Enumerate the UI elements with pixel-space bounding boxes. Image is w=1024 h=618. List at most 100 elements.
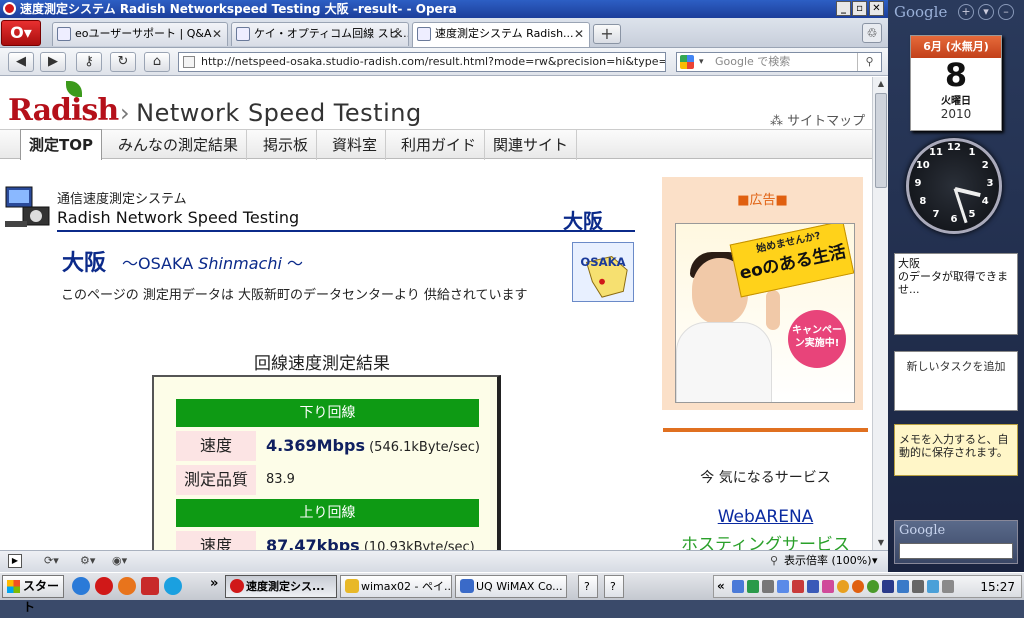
page-description: このページの 測定用データは 大阪新町のデータセンターより 供給されています bbox=[61, 288, 528, 303]
tray-icon-monitor[interactable] bbox=[927, 580, 939, 593]
forward-button[interactable]: ▶ bbox=[40, 52, 66, 72]
opera-icon bbox=[230, 579, 244, 593]
upload-speed-label: 速度 bbox=[176, 531, 256, 550]
turbo-icon[interactable]: ◉▾ bbox=[112, 551, 127, 571]
ad-divider bbox=[663, 428, 868, 432]
home-button[interactable]: ⌂ bbox=[144, 52, 170, 72]
back-button[interactable]: ◀ bbox=[8, 52, 34, 72]
clock-numeral: 10 bbox=[915, 160, 930, 171]
window-title: 速度測定システム Radish Networkspeed Testing 大阪 … bbox=[20, 2, 457, 16]
add-task-gadget[interactable]: 新しいタスクを追加 bbox=[894, 351, 1018, 411]
google-logo: Google bbox=[899, 523, 946, 538]
tray-icon-app-3[interactable] bbox=[867, 580, 879, 593]
calendar-month: 6月 (水無月) bbox=[911, 36, 1001, 58]
new-tab-button[interactable]: + bbox=[593, 24, 621, 44]
taskbar: スタート » 速度測定シス... wimax02 - ペイ... UQ WiMA… bbox=[0, 572, 1024, 614]
tab-eo-support[interactable]: eoユーザーサポート | Q&A ✕ bbox=[52, 22, 228, 46]
minimize-button[interactable]: _ bbox=[836, 1, 851, 16]
tray-icon-help[interactable] bbox=[822, 580, 834, 593]
help-button[interactable]: ? bbox=[578, 575, 598, 598]
sync-icon[interactable]: ⟳▾ bbox=[44, 551, 59, 571]
webarena-link[interactable]: WebARENA bbox=[663, 507, 868, 527]
download-speed-label: 速度 bbox=[176, 431, 256, 461]
tray-icon-misc[interactable] bbox=[942, 580, 954, 593]
help-button-2[interactable]: ? bbox=[604, 575, 624, 598]
close-button[interactable]: ✕ bbox=[869, 1, 884, 16]
hosting-link[interactable]: ホスティングサービス bbox=[663, 530, 868, 550]
key-icon[interactable]: ⚷ bbox=[76, 52, 102, 72]
vertical-scrollbar[interactable]: ▲ ▼ bbox=[872, 77, 888, 550]
menu-icon[interactable]: ▾ bbox=[978, 4, 994, 20]
quicklaunch-more[interactable]: » bbox=[210, 576, 218, 591]
address-bar[interactable]: http://netspeed-osaka.studio-radish.com/… bbox=[178, 52, 666, 72]
reload-button[interactable]: ↻ bbox=[110, 52, 136, 72]
app-icon[interactable] bbox=[141, 577, 159, 595]
ad-banner-image[interactable]: 始めませんか? eoのある生活 キャンペーン実施中! bbox=[675, 223, 855, 403]
tray-icon-wifi[interactable] bbox=[897, 580, 909, 593]
google-search-input[interactable] bbox=[899, 543, 1013, 559]
calendar-gadget[interactable]: 6月 (水無月) 8 火曜日 2010 bbox=[910, 35, 1002, 131]
tray-icon-battery[interactable] bbox=[882, 580, 894, 593]
tab-close-icon[interactable]: ✕ bbox=[393, 23, 403, 45]
eo-icon bbox=[57, 27, 71, 41]
computer-icon bbox=[5, 186, 50, 227]
menu-everyone-results[interactable]: みんなの測定結果 bbox=[110, 130, 248, 160]
clock-gadget[interactable]: 12 1 2 3 4 5 6 7 8 9 10 11 bbox=[906, 138, 1002, 234]
tray-icon-bluetooth[interactable] bbox=[807, 580, 819, 593]
zoom-dropdown-icon[interactable]: ▾ bbox=[872, 551, 878, 571]
system-name: 通信速度測定システム bbox=[57, 192, 187, 207]
scroll-thumb[interactable] bbox=[875, 93, 887, 188]
skype-icon[interactable] bbox=[164, 577, 182, 595]
scroll-up-icon[interactable]: ▲ bbox=[873, 77, 888, 91]
site-title: › Network Speed Testing bbox=[120, 99, 422, 127]
minimize-icon[interactable]: – bbox=[998, 4, 1014, 20]
taskbar-item-wimax[interactable]: UQ WiMAX Co... bbox=[455, 575, 567, 598]
tab-close-icon[interactable]: ✕ bbox=[212, 23, 222, 45]
tray-icon-security[interactable] bbox=[747, 580, 759, 593]
tab-close-icon[interactable]: ✕ bbox=[574, 23, 584, 45]
trash-icon[interactable]: ♲ bbox=[862, 23, 882, 43]
tray-icon-app-2[interactable] bbox=[852, 580, 864, 593]
maximize-button[interactable]: ▫ bbox=[852, 1, 867, 16]
add-gadget-icon[interactable]: + bbox=[958, 4, 974, 20]
ie-icon[interactable] bbox=[72, 577, 90, 595]
menu-library[interactable]: 資料室 bbox=[324, 130, 387, 160]
weather-city: 大阪 bbox=[898, 257, 920, 270]
radish-logo[interactable]: Radish bbox=[8, 81, 119, 128]
status-bar: ▶ ⟳▾ ⚙▾ ◉▾ ⚲ 表示倍率 (100%) ▾ bbox=[0, 550, 888, 572]
tray-icon-app[interactable] bbox=[837, 580, 849, 593]
tray-icon-alert[interactable] bbox=[792, 580, 804, 593]
person-body bbox=[676, 322, 772, 402]
menu-bbs[interactable]: 掲示板 bbox=[255, 130, 318, 160]
tab-k-opticom[interactable]: ケイ・オプティコム回線 スピ... ✕ bbox=[231, 22, 409, 46]
sitemap-link[interactable]: ⁂ サイトマップ bbox=[770, 110, 865, 129]
taskbar-item-speed-test[interactable]: 速度測定シス... bbox=[225, 575, 337, 598]
scroll-down-icon[interactable]: ▼ bbox=[873, 536, 888, 550]
weather-gadget[interactable]: 大阪 のデータが取得できませ... bbox=[894, 253, 1018, 335]
tab-speed-test[interactable]: 速度測定システム Radish... ✕ bbox=[412, 22, 590, 47]
tray-icon-volume[interactable] bbox=[912, 580, 924, 593]
tray-icon-network[interactable] bbox=[732, 580, 744, 593]
interest-heading: 今 気になるサービス bbox=[700, 470, 831, 486]
page-icon bbox=[417, 27, 431, 41]
zoom-level[interactable]: 表示倍率 (100%) bbox=[784, 551, 872, 571]
panel-toggle-icon[interactable]: ▶ bbox=[8, 554, 22, 568]
tray-icon-display[interactable] bbox=[777, 580, 789, 593]
tray-expand-icon[interactable]: « bbox=[717, 576, 725, 597]
menu-related[interactable]: 関連サイト bbox=[485, 130, 578, 160]
menu-guide[interactable]: 利用ガイド bbox=[393, 130, 486, 160]
tab-label: eoユーザーサポート | Q&A bbox=[75, 27, 212, 40]
memo-gadget[interactable]: メモを入力すると、自動的に保存されます。 bbox=[894, 424, 1018, 476]
opera-quicklaunch-icon[interactable] bbox=[95, 577, 113, 595]
search-icon[interactable]: ⚲ bbox=[857, 53, 881, 71]
firefox-icon[interactable] bbox=[118, 577, 136, 595]
share-icon[interactable]: ⚙▾ bbox=[80, 551, 95, 571]
tray-icon-signal[interactable] bbox=[762, 580, 774, 593]
chevron-down-icon[interactable]: ▾ bbox=[699, 53, 704, 71]
start-button[interactable]: スタート bbox=[2, 575, 64, 614]
opera-menu-button[interactable]: O▾ bbox=[1, 20, 41, 46]
search-input[interactable]: ▾ Google で検索 ⚲ bbox=[676, 52, 882, 72]
taskbar-clock[interactable]: 15:27 bbox=[980, 576, 1015, 598]
menu-top[interactable]: 測定TOP bbox=[20, 129, 102, 160]
taskbar-item-paint[interactable]: wimax02 - ペイ... bbox=[340, 575, 452, 598]
